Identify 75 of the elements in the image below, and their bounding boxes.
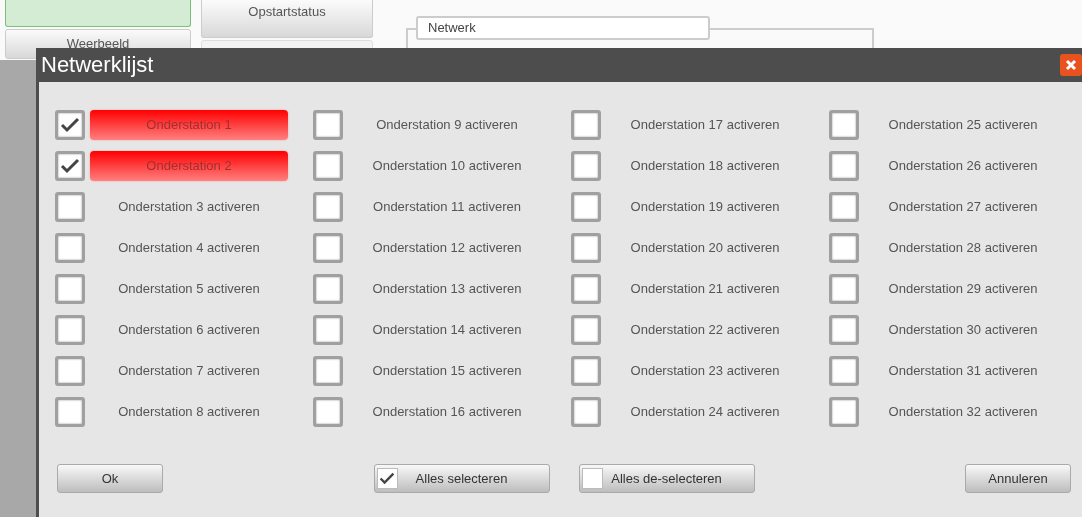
checkbox[interactable]	[829, 110, 859, 140]
close-icon	[1065, 59, 1077, 71]
checkbox[interactable]	[829, 315, 859, 345]
checkbox[interactable]	[829, 192, 859, 222]
checkbox[interactable]	[829, 274, 859, 304]
station-label: Onderstation 22 activeren	[629, 321, 781, 339]
station-label: Onderstation 29 activeren	[887, 280, 1039, 298]
checkbox[interactable]	[829, 356, 859, 386]
station-label: Onderstation 31 activeren	[887, 362, 1039, 380]
station-label: Onderstation 7 activeren	[117, 362, 261, 380]
station-label: Onderstation 1	[90, 110, 288, 140]
checkbox[interactable]	[313, 151, 343, 181]
checkbox[interactable]	[55, 274, 85, 304]
checkbox[interactable]	[313, 356, 343, 386]
checkmark-icon	[60, 117, 80, 133]
checkbox[interactable]	[829, 233, 859, 263]
station-label: Onderstation 28 activeren	[887, 239, 1039, 257]
checkbox[interactable]	[571, 192, 601, 222]
close-button[interactable]	[1060, 54, 1082, 76]
station-label: Onderstation 9 activeren	[375, 116, 519, 134]
checkbox[interactable]	[829, 397, 859, 427]
checkbox[interactable]	[313, 110, 343, 140]
station-label: Onderstation 13 activeren	[371, 280, 523, 298]
action-button[interactable]: Ok	[57, 464, 163, 493]
station-label: Onderstation 20 activeren	[629, 239, 781, 257]
station-label: Onderstation 30 activeren	[887, 321, 1039, 339]
station-label: Onderstation 14 activeren	[371, 321, 523, 339]
checkbox[interactable]	[829, 151, 859, 181]
station-label: Onderstation 17 activeren	[629, 116, 781, 134]
checkbox[interactable]	[55, 151, 85, 181]
checkbox[interactable]	[55, 356, 85, 386]
checkbox[interactable]	[313, 233, 343, 263]
checkbox[interactable]	[571, 110, 601, 140]
toggle-button[interactable]: Alles de-selecteren	[578, 464, 755, 493]
toggle-button[interactable]: Alles selecteren	[373, 464, 550, 493]
station-label: Onderstation 12 activeren	[371, 239, 523, 257]
station-label: Onderstation 15 activeren	[371, 362, 523, 380]
station-label: Onderstation 27 activeren	[887, 198, 1039, 216]
action-button[interactable]: Annuleren	[965, 464, 1071, 493]
station-label: Onderstation 32 activeren	[887, 403, 1039, 421]
tab[interactable]: Opstartstatus	[201, 0, 373, 38]
station-label: Onderstation 23 activeren	[629, 362, 781, 380]
fieldset-legend: Netwerk	[416, 16, 710, 40]
checkbox[interactable]	[55, 110, 85, 140]
station-label: Onderstation 16 activeren	[371, 403, 523, 421]
checkbox[interactable]	[571, 274, 601, 304]
checkbox[interactable]	[571, 151, 601, 181]
station-label: Onderstation 19 activeren	[629, 198, 781, 216]
station-label: Onderstation 25 activeren	[887, 116, 1039, 134]
station-label: Onderstation 8 activeren	[117, 403, 261, 421]
station-label: Onderstation 5 activeren	[117, 280, 261, 298]
station-label: Onderstation 10 activeren	[371, 157, 523, 175]
checkbox[interactable]	[571, 233, 601, 263]
station-label: Onderstation 11 activeren	[372, 198, 522, 216]
station-label: Onderstation 6 activeren	[117, 321, 261, 339]
checkbox[interactable]	[313, 192, 343, 222]
checkbox[interactable]	[55, 192, 85, 222]
checkbox[interactable]	[55, 233, 85, 263]
station-label: Onderstation 18 activeren	[629, 157, 781, 175]
checkbox[interactable]	[571, 397, 601, 427]
checkbox[interactable]	[571, 315, 601, 345]
checkbox[interactable]	[571, 356, 601, 386]
station-label: Onderstation 2	[90, 151, 288, 181]
station-label: Onderstation 24 activeren	[629, 403, 781, 421]
checkbox[interactable]	[55, 397, 85, 427]
station-label: Onderstation 26 activeren	[887, 157, 1039, 175]
checkbox	[581, 468, 603, 489]
checkmark-icon	[60, 158, 80, 174]
checkbox[interactable]	[55, 315, 85, 345]
checkbox[interactable]	[313, 397, 343, 427]
station-label: Onderstation 3 activeren	[117, 198, 261, 216]
station-label: Onderstation 4 activeren	[117, 239, 261, 257]
checkbox[interactable]	[313, 315, 343, 345]
station-label: Onderstation 21 activeren	[629, 280, 781, 298]
checkbox[interactable]	[313, 274, 343, 304]
